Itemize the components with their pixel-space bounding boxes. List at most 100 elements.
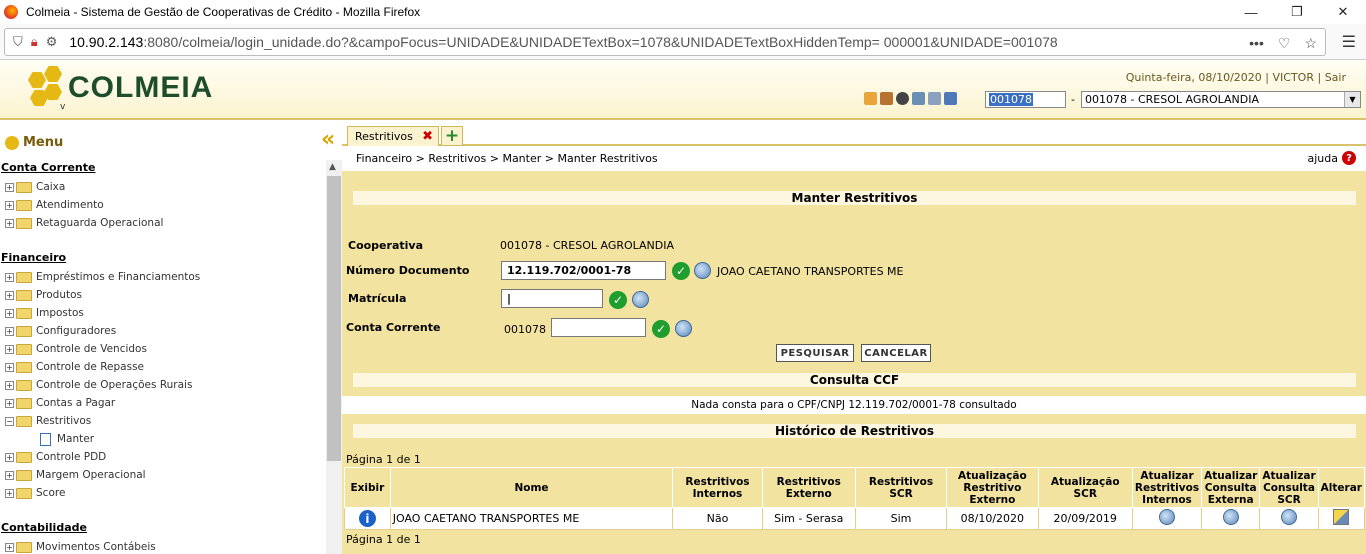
unit-select-value: 001078 - CRESOL AGROLANDIA xyxy=(1085,93,1260,106)
network-icon[interactable] xyxy=(944,92,957,105)
maximize-icon[interactable]: ❐ xyxy=(1274,0,1320,24)
menu-title: Menu xyxy=(5,135,63,150)
pocket-icon[interactable]: ♡ xyxy=(1278,35,1291,52)
conta-label: Conta Corrente xyxy=(346,321,441,334)
help-link[interactable]: ajuda? xyxy=(1308,151,1356,165)
menu-item-rurais[interactable]: + Controle de Operações Rurais xyxy=(5,378,192,392)
menu-item-repasse[interactable]: + Controle de Repasse xyxy=(5,360,144,374)
insecure-lock-icon[interactable]: 🔒︎ xyxy=(31,34,38,50)
cell-scr: Sim xyxy=(854,507,948,530)
search-lookup-icon[interactable] xyxy=(694,262,711,279)
check-icon[interactable]: ✓ xyxy=(609,291,627,309)
menu-item-movimentos[interactable]: + Movimentos Contábeis xyxy=(5,540,156,554)
menu-item-retaguarda[interactable]: + Retaguarda Operacional xyxy=(5,216,163,230)
menu-item-restritivos[interactable]: − Restritivos xyxy=(5,414,91,428)
logout-link[interactable]: Sair xyxy=(1325,71,1346,84)
menu-item-caixa[interactable]: + Caixa xyxy=(5,180,65,194)
current-date: Quinta-feira, 08/10/2020 xyxy=(1125,71,1262,84)
user-icon[interactable] xyxy=(896,92,909,105)
shield-icon[interactable]: ⛉ xyxy=(13,34,23,50)
folder-icon xyxy=(16,451,32,463)
more-icon[interactable]: ••• xyxy=(1249,35,1264,51)
conta-prefix: 001078 xyxy=(504,323,546,336)
hamburger-menu-icon[interactable]: ☰ xyxy=(1342,32,1356,52)
search-lookup-icon[interactable] xyxy=(675,320,692,337)
mail-icon[interactable] xyxy=(880,92,893,105)
section-conta-corrente[interactable]: Conta Corrente xyxy=(1,161,95,174)
check-icon[interactable]: ✓ xyxy=(652,320,670,338)
home-icon[interactable] xyxy=(864,92,877,105)
info-icon[interactable]: i xyxy=(358,510,376,527)
menu-item-margem[interactable]: + Margem Operacional xyxy=(5,468,146,482)
header-info: Quinta-feira, 08/10/2020 | VICTOR | Sair xyxy=(1125,71,1346,84)
menu-item-manter[interactable]: Manter xyxy=(40,432,94,446)
check-icon[interactable]: ✓ xyxy=(672,262,690,280)
folder-icon xyxy=(16,181,32,193)
bookmark-star-icon[interactable]: ☆ xyxy=(1304,35,1317,52)
url-path: :8080/colmeia/login_unidade.do?&campoFoc… xyxy=(143,34,1058,50)
documento-name: JOAO CAETANO TRANSPORTES ME xyxy=(717,265,904,278)
conta-input[interactable] xyxy=(551,318,646,337)
refresh-lookup-icon[interactable] xyxy=(1281,509,1297,525)
sidebar-scrollbar[interactable]: ▲ xyxy=(326,160,342,554)
menu-item-pdd[interactable]: + Controle PDD xyxy=(5,450,106,464)
documento-label: Número Documento xyxy=(346,264,470,277)
address-bar[interactable]: ⛉ 🔒︎ ⚙ 10.90.2.143:8080/colmeia/login_un… xyxy=(4,28,1326,56)
menu-item-emprestimos[interactable]: + Empréstimos e Financiamentos xyxy=(5,270,200,284)
menu-item-configuradores[interactable]: + Configuradores xyxy=(5,324,116,338)
cell-internos: Não xyxy=(672,507,763,530)
table-header-row: Exibir Nome Restritivos Internos Restrit… xyxy=(344,467,1366,508)
menu-item-vencidos[interactable]: + Controle de Vencidos xyxy=(5,342,147,356)
pagination-top: Página 1 de 1 xyxy=(346,453,421,466)
refresh-lookup-icon[interactable] xyxy=(1222,509,1239,525)
user-name: VICTOR xyxy=(1272,71,1314,84)
calculator-icon[interactable] xyxy=(912,92,925,105)
menu-item-produtos[interactable]: + Produtos xyxy=(5,288,82,302)
col-atu-externa: Atualizar Consulta Externa xyxy=(1201,467,1261,508)
unit-select[interactable]: 001078 - CRESOL AGROLANDIA ▼ xyxy=(1081,91,1361,108)
scroll-up-icon[interactable]: ▲ xyxy=(329,162,336,172)
section-financeiro[interactable]: Financeiro xyxy=(1,251,66,264)
folder-icon xyxy=(16,307,32,319)
matricula-label: Matrícula xyxy=(348,292,407,305)
tab-restritivos[interactable]: Restritivos ✖ xyxy=(347,126,439,146)
edit-icon[interactable] xyxy=(1333,509,1350,525)
refresh-lookup-icon[interactable] xyxy=(1158,509,1175,525)
close-tab-icon[interactable]: ✖ xyxy=(422,129,433,144)
documento-input[interactable]: 12.119.702/0001-78 xyxy=(501,261,666,280)
folder-icon xyxy=(16,469,32,481)
add-tab-icon[interactable]: + xyxy=(441,126,463,146)
firefox-icon xyxy=(4,5,18,19)
unit-code-input[interactable]: 001078 xyxy=(985,91,1066,108)
menu-item-contas-pagar[interactable]: + Contas a Pagar xyxy=(5,396,115,410)
folder-icon xyxy=(16,541,32,553)
document-icon xyxy=(40,432,51,446)
close-icon[interactable]: ✕ xyxy=(1320,0,1366,24)
minimize-icon[interactable]: — xyxy=(1228,0,1274,24)
permissions-icon[interactable]: ⚙ xyxy=(46,34,58,50)
scrollbar-thumb[interactable] xyxy=(327,176,341,461)
col-alterar: Alterar xyxy=(1317,467,1366,508)
url-text[interactable]: 10.90.2.143:8080/colmeia/login_unidade.d… xyxy=(69,34,1057,50)
collapse-menu-icon[interactable]: « xyxy=(321,127,335,152)
menu-item-score[interactable]: + Score xyxy=(5,486,65,500)
cancel-button[interactable]: CANCELAR xyxy=(861,344,931,362)
search-button[interactable]: PESQUISAR xyxy=(776,344,854,362)
section-contabilidade[interactable]: Contabilidade xyxy=(1,521,87,534)
folder-open-icon xyxy=(16,415,32,427)
atu-scr-cell xyxy=(1259,507,1319,530)
exibir-cell: i xyxy=(344,507,391,530)
pagination-bottom: Página 1 de 1 xyxy=(346,533,421,546)
menu-item-impostos[interactable]: + Impostos xyxy=(5,306,84,320)
menu-item-atendimento[interactable]: + Atendimento xyxy=(5,198,104,212)
main-content: Financeiro > Restritivos > Manter > Mant… xyxy=(342,147,1366,554)
search-lookup-icon[interactable] xyxy=(632,291,649,308)
chevron-down-icon[interactable]: ▼ xyxy=(1344,92,1360,107)
toolbar-icons xyxy=(864,92,957,105)
folder-icon xyxy=(16,361,32,373)
printer-icon[interactable] xyxy=(928,92,941,105)
atu-externa-cell xyxy=(1201,507,1261,530)
folder-icon xyxy=(16,199,32,211)
colmeia-logo[interactable]: COLMEIA v xyxy=(24,64,213,112)
matricula-input[interactable]: | xyxy=(501,289,603,308)
